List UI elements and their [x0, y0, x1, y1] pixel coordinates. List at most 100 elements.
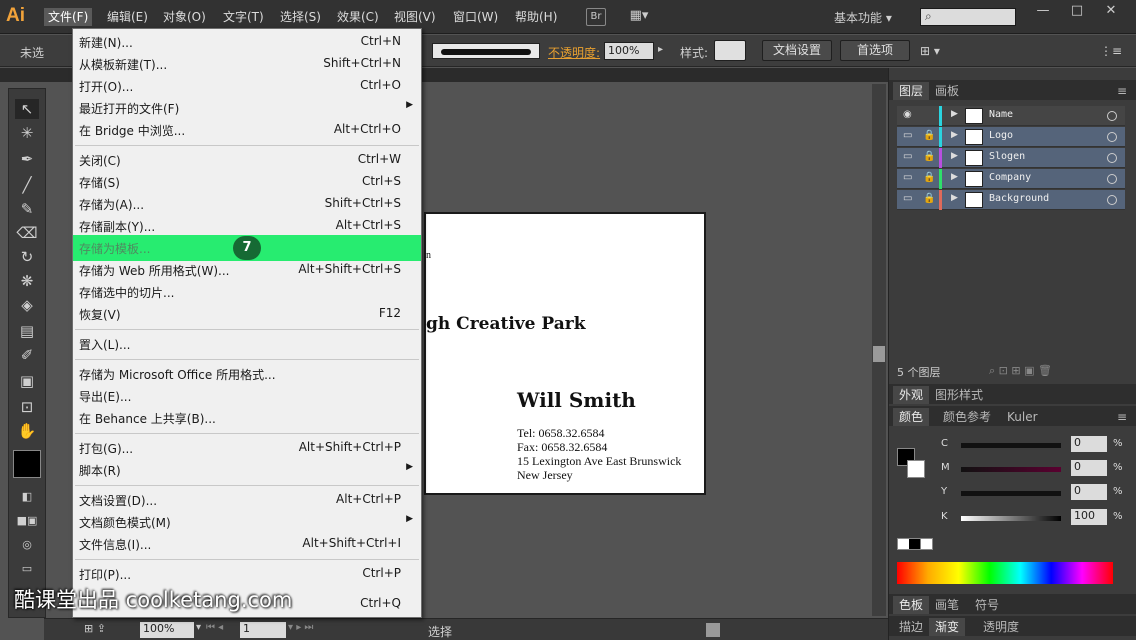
target-circle-icon[interactable]: [1107, 195, 1117, 205]
menu-item-share-on-behance[interactable]: 在 Behance 上共享(B)...: [73, 407, 421, 429]
expand-arrow-icon[interactable]: ▶: [951, 130, 958, 140]
menu-item-open[interactable]: 打开(O)... Ctrl+O: [73, 75, 421, 97]
company-name-text[interactable]: gh Creative Park: [426, 314, 585, 334]
cyan-slider[interactable]: C 0 %: [941, 436, 1136, 454]
artboard-tool-icon[interactable]: ⊡: [15, 397, 39, 417]
horizontal-scrollbar-thumb[interactable]: [706, 623, 720, 637]
next-page-icon[interactable]: ▾ ▸ ⏭: [288, 622, 313, 633]
menu-item-print[interactable]: 打印(P)... Ctrl+P: [73, 563, 421, 585]
tab-appearance[interactable]: 外观: [893, 386, 930, 404]
maximize-button[interactable]: □: [1060, 2, 1094, 20]
target-circle-icon[interactable]: [1107, 132, 1117, 142]
target-circle-icon[interactable]: [1107, 174, 1117, 184]
symbol-sprayer-tool-icon[interactable]: ▣: [15, 371, 39, 391]
yellow-slider[interactable]: Y 0 %: [941, 484, 1136, 502]
first-page-icon[interactable]: ⏮ ◂: [206, 622, 223, 633]
tab-color[interactable]: 颜色: [893, 408, 930, 426]
paintbrush-tool-icon[interactable]: ✎: [15, 199, 39, 219]
visibility-eye-icon[interactable]: ▭: [903, 193, 915, 205]
layer-row[interactable]: ▭ 🔒 ▶ Slogen: [897, 148, 1125, 168]
menu-item-open-recent[interactable]: 最近打开的文件(F) ▶: [73, 97, 421, 119]
menu-item-save-as-template[interactable]: 存储为模板... 7: [73, 235, 421, 261]
hand-tool-icon[interactable]: ✋: [15, 421, 39, 441]
channel-value-input[interactable]: 0: [1071, 460, 1107, 476]
draw-mode-icon[interactable]: ◎: [15, 535, 39, 555]
tab-graphic-styles[interactable]: 图形样式: [929, 386, 989, 404]
black-slider[interactable]: K 100 %: [941, 509, 1136, 527]
slider-track[interactable]: [961, 491, 1061, 496]
magic-wand-tool-icon[interactable]: ✳: [15, 123, 39, 143]
close-button[interactable]: ✕: [1094, 2, 1128, 20]
target-circle-icon[interactable]: [1107, 153, 1117, 163]
expand-arrow-icon[interactable]: ▶: [951, 151, 958, 161]
workspace-switcher[interactable]: 基本功能 ▾: [834, 9, 892, 26]
expand-arrow-icon[interactable]: ▶: [951, 172, 958, 182]
menu-item-export[interactable]: 导出(E)...: [73, 385, 421, 407]
menu-item-browse-in-bridge[interactable]: 在 Bridge 中浏览... Alt+Ctrl+O: [73, 119, 421, 141]
menu-item-save-as[interactable]: 存储为(A)... Shift+Ctrl+S: [73, 193, 421, 215]
opacity-dropdown-icon[interactable]: ▸: [658, 44, 663, 55]
brush-definition-picker[interactable]: [432, 43, 540, 59]
shape-builder-tool-icon[interactable]: ◈: [15, 295, 39, 315]
tab-brushes[interactable]: 画笔: [929, 596, 965, 614]
bridge-button[interactable]: Br: [586, 8, 606, 26]
arrange-icon[interactable]: ⊞ ▾: [920, 44, 940, 58]
panel-menu-icon[interactable]: ⋮≡: [1100, 44, 1122, 58]
expand-arrow-icon[interactable]: ▶: [951, 193, 958, 203]
line-tool-icon[interactable]: ╱: [15, 175, 39, 195]
expand-arrow-icon[interactable]: ▶: [951, 109, 958, 119]
layer-row[interactable]: ▭ 🔒 ▶ Company: [897, 169, 1125, 189]
status-icons[interactable]: ⊞ ⇪: [84, 622, 106, 635]
selection-tool-icon[interactable]: ↖: [15, 99, 39, 119]
menu-select[interactable]: 选择(S): [276, 8, 325, 26]
menu-file[interactable]: 文件(F): [44, 8, 93, 26]
slider-track[interactable]: [961, 516, 1061, 521]
default-colors-icon[interactable]: ◧: [15, 487, 39, 507]
style-picker[interactable]: [714, 40, 746, 61]
target-circle-icon[interactable]: [1107, 111, 1117, 121]
tab-gradient[interactable]: 渐变: [929, 618, 966, 636]
menu-type[interactable]: 文字(T): [219, 8, 268, 26]
visibility-eye-icon[interactable]: ◉: [903, 109, 915, 121]
layer-actions-icons[interactable]: ⌕ ⊡ ⊞ ▣ 🗑: [989, 364, 1052, 378]
tab-symbols[interactable]: 符号: [969, 596, 1005, 614]
layer-name[interactable]: Logo: [989, 130, 1013, 141]
menu-item-document-color-mode[interactable]: 文档颜色模式(M) ▶: [73, 511, 421, 533]
layer-name[interactable]: Slogen: [989, 151, 1025, 162]
zoom-dropdown-icon[interactable]: ▾: [196, 622, 201, 633]
fax-text[interactable]: Fax: 0658.32.6584: [517, 440, 607, 455]
menu-object[interactable]: 对象(O): [159, 8, 210, 26]
layer-row[interactable]: ◉ ▶ Name: [897, 106, 1125, 126]
person-name-text[interactable]: Will Smith: [517, 388, 636, 412]
color-stroke-swatch[interactable]: [907, 460, 925, 478]
channel-value-input[interactable]: 0: [1071, 484, 1107, 500]
layer-name[interactable]: Company: [989, 172, 1031, 183]
tab-color-guide[interactable]: 颜色参考: [937, 408, 997, 426]
layer-name[interactable]: Name: [989, 109, 1013, 120]
color-mode-icon[interactable]: ■▣: [15, 511, 39, 531]
layers-panel-menu-icon[interactable]: ≡: [1111, 82, 1133, 100]
menu-item-scripts[interactable]: 脚本(R) ▶: [73, 459, 421, 481]
slider-track[interactable]: [961, 467, 1061, 472]
layer-row[interactable]: ▭ 🔒 ▶ Logo: [897, 127, 1125, 147]
screen-mode-icon[interactable]: ▭: [15, 559, 39, 579]
menu-view[interactable]: 视图(V): [390, 8, 440, 26]
search-input[interactable]: ⌕: [920, 8, 1016, 26]
tab-transparency[interactable]: 透明度: [977, 618, 1025, 636]
menu-item-close[interactable]: 关闭(C) Ctrl+W: [73, 149, 421, 171]
menu-item-new[interactable]: 新建(N)... Ctrl+N: [73, 31, 421, 53]
menu-item-save-copy[interactable]: 存储副本(Y)... Alt+Ctrl+S: [73, 215, 421, 237]
artboard-number-field[interactable]: 1: [240, 622, 286, 638]
menu-item-place[interactable]: 置入(L)...: [73, 333, 421, 355]
artboard[interactable]: n gh Creative Park Will Smith Tel: 0658.…: [424, 212, 706, 495]
pen-tool-icon[interactable]: ✒: [15, 149, 39, 169]
zoom-level-field[interactable]: 100%: [140, 622, 194, 638]
menu-window[interactable]: 窗口(W): [449, 8, 502, 26]
scrollbar-thumb[interactable]: [873, 346, 885, 362]
menu-item-save-selected-slices[interactable]: 存储选中的切片...: [73, 281, 421, 303]
visibility-eye-icon[interactable]: ▭: [903, 172, 915, 184]
tab-stroke[interactable]: 描边: [893, 618, 929, 636]
channel-value-input[interactable]: 0: [1071, 436, 1107, 452]
menu-item-save[interactable]: 存储(S) Ctrl+S: [73, 171, 421, 193]
channel-value-input[interactable]: 100: [1071, 509, 1107, 525]
